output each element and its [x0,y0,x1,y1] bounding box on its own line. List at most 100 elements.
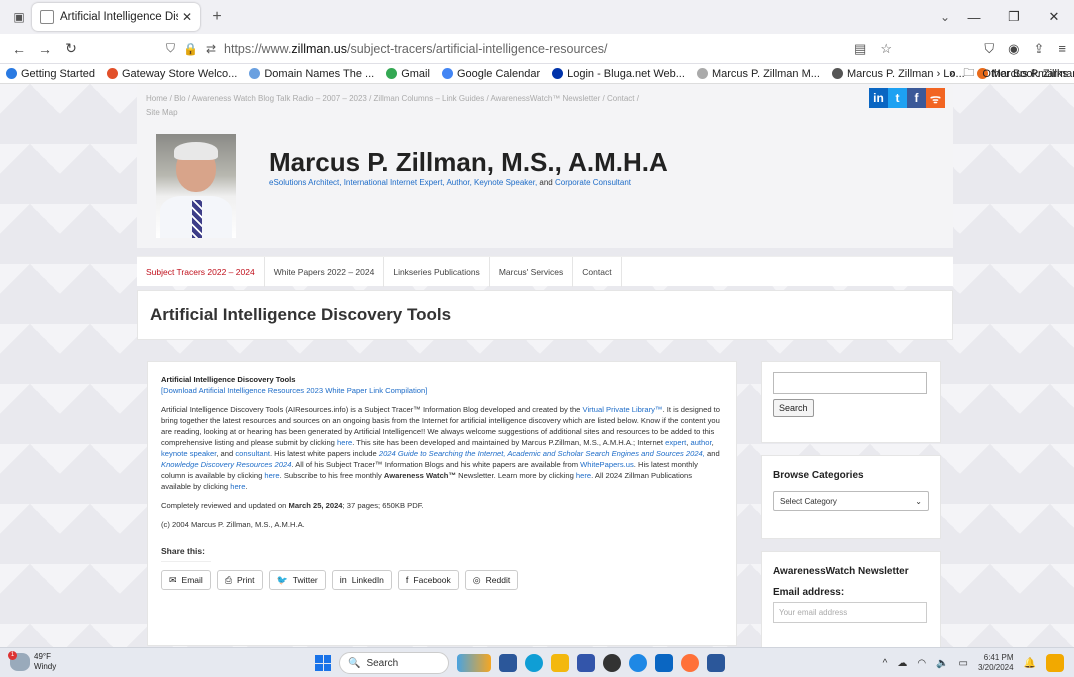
reload-icon[interactable]: ↻ [60,40,82,57]
volume-icon[interactable]: 🔈 [936,658,948,669]
column-here-link[interactable]: here [264,471,279,480]
keynote-link[interactable]: keynote speaker [161,449,216,458]
bookmark-item[interactable]: Getting Started [6,68,95,80]
word-icon[interactable] [707,654,725,672]
site-header: Home / Blo / Awareness Watch Blog Talk R… [137,84,953,248]
bookmark-icon [107,68,118,79]
bookmark-item[interactable]: Marcus P. Zillman › Lo... [831,68,965,80]
search-input[interactable] [773,372,927,394]
maximize-icon[interactable]: ❐ [994,9,1034,25]
newsletter-widget: AwarenessWatch Newsletter Email address:… [761,551,941,647]
url-bar[interactable]: ⛉ 🔒 ⇄ https://www.zillman.us/subject-tra… [160,37,900,61]
task-view-icon[interactable] [499,654,517,672]
share-facebook-button[interactable]: f Facebook [397,570,459,590]
bookmark-item[interactable]: Login - Bluga.net Web... [552,68,685,80]
bookmark-star-icon[interactable]: ☆ [880,41,892,57]
account-icon[interactable]: ◉ [1008,41,1019,57]
wifi-icon[interactable]: ◠ [917,658,926,669]
bookmark-item[interactable]: Gateway Store Welco... [107,68,237,80]
minimize-icon[interactable]: — [954,10,994,25]
pocket-icon[interactable]: ⛉ [984,41,994,57]
new-tab-icon[interactable]: + [204,3,230,31]
tabs-dropdown-icon[interactable]: ⌄ [940,10,950,24]
bookmark-item[interactable]: Marcus P. Zillman M... [696,68,820,80]
search-button[interactable]: Search [773,399,814,417]
extensions-icon[interactable]: ⇪ [1034,41,1045,57]
article-body: Artificial Intelligence Discovery Tools … [161,405,720,491]
linkedin-icon[interactable]: in [869,88,888,108]
site-title[interactable]: Marcus P. Zillman, M.S., A.M.H.A [269,147,668,178]
share-linkedin-button[interactable]: in LinkedIn [331,570,392,590]
menu-item[interactable]: White Papers 2022 – 2024 [265,256,385,287]
author-link[interactable]: author [690,438,711,447]
submit-here-link[interactable]: here [337,438,352,447]
twitter-icon[interactable]: t [888,88,907,108]
more-bookmarks-icon[interactable]: » [949,68,955,80]
learn-more-here-link[interactable]: here [576,471,591,480]
expert-link[interactable]: expert [665,438,686,447]
download-link[interactable]: [Download Artificial Intelligence Resour… [161,386,427,395]
forward-icon[interactable]: → [34,41,56,57]
firefox-icon[interactable] [681,654,699,672]
email-field[interactable]: Your email address [773,602,927,623]
consultant-link[interactable]: consultant [235,449,270,458]
whitepapers-us-link[interactable]: WhitePapers.us [580,460,634,469]
rss-icon[interactable]: ᯤ [926,88,945,108]
facebook-icon[interactable]: f [907,88,926,108]
bookmark-icon [441,68,453,79]
bookmark-icon [249,68,261,79]
taskbar-search[interactable]: 🔍 Search [339,652,449,674]
breadcrumb-links[interactable]: Home / Blo / Awareness Watch Blog Talk R… [146,92,706,106]
share-title: Share this: [161,546,211,562]
shield-icon[interactable]: ⛉ [166,41,175,56]
menu-item[interactable]: Subject Tracers 2022 – 2024 [137,256,265,287]
edge-icon[interactable] [525,654,543,672]
menu-item[interactable]: Linkseries Publications [384,256,490,287]
bookmark-item[interactable]: Gmail [386,68,430,80]
dell-icon[interactable] [603,654,621,672]
menu-item[interactable]: Marcus' Services [490,256,574,287]
share-print-button[interactable]: ⎙ Print [216,570,263,590]
copilot-icon[interactable] [1046,654,1064,672]
tab-close-icon[interactable]: ✕ [182,10,192,24]
menu-icon[interactable]: ≡ [1058,41,1066,57]
publications-here-link[interactable]: here [230,482,245,491]
breadcrumb: Home / Blo / Awareness Watch Blog Talk R… [146,92,706,120]
bookmark-item[interactable]: Google Calendar [441,68,540,80]
app-icon[interactable] [629,654,647,672]
back-icon[interactable]: ← [8,41,30,57]
weather-widget[interactable]: 1 49°F Windy [8,651,56,672]
virtual-private-library-link[interactable]: Virtual Private Library™ [583,405,663,414]
email-label: Email address: [773,587,845,598]
start-icon[interactable] [315,655,331,671]
browser-tab[interactable]: Artificial Intelligence Discovery Tool ✕ [32,3,200,31]
chevron-up-icon[interactable]: ^ [883,658,888,669]
close-window-icon[interactable]: ✕ [1034,9,1074,25]
store-icon[interactable] [577,654,595,672]
clock[interactable]: 6:41 PM 3/20/2024 [978,653,1014,673]
outlook-icon[interactable] [655,654,673,672]
tab-list-icon[interactable]: ▣ [6,3,32,31]
file-explorer-icon[interactable] [551,654,569,672]
weather-icon: 1 [8,651,30,671]
battery-icon[interactable]: ▭ [959,658,968,669]
other-bookmarks[interactable]: Other Bookmarks [982,68,1068,80]
share-email-button[interactable]: ✉ Email [161,570,211,590]
page-title: Artificial Intelligence Discovery Tools [150,305,452,324]
bookmark-item[interactable]: Domain Names The ... [249,68,374,80]
white-paper-link-1[interactable]: 2024 Guide to Searching the Internet, Ac… [379,449,705,458]
cloud-icon[interactable]: ☁ [897,658,907,669]
menu-item[interactable]: Contact [573,256,622,287]
lock-icon[interactable]: 🔒 [183,42,198,56]
share-reddit-button[interactable]: ◎ Reddit [464,570,519,590]
permissions-icon[interactable]: ⇄ [206,42,216,56]
widgets-icon[interactable] [457,654,491,672]
url-text[interactable]: https://www.zillman.us/subject-tracers/a… [224,42,607,56]
bell-icon[interactable]: 🔔 [1024,658,1036,669]
category-select[interactable]: Select Category ⌄ [773,491,929,511]
web-page: Home / Blo / Awareness Watch Blog Talk R… [0,84,1074,647]
reader-view-icon[interactable]: ▤ [854,41,866,57]
share-twitter-button[interactable]: 🐦 Twitter [268,570,326,590]
breadcrumb-site-map[interactable]: Site Map [146,106,706,120]
white-paper-link-2[interactable]: Knowledge Discovery Resources 2024 [161,460,291,469]
